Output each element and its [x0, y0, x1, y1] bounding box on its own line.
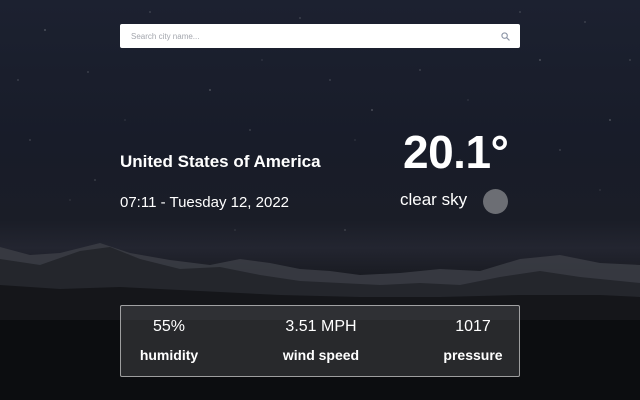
humidity-value: 55% — [152, 318, 186, 335]
search-input[interactable] — [131, 26, 500, 46]
pressure-label: pressure — [443, 347, 503, 363]
weather-condition: clear sky — [400, 190, 468, 209]
search-bar[interactable] — [120, 24, 520, 48]
date-time: 07:11 - Tuesday 12, 2022 — [120, 194, 290, 211]
city-name: United States of America — [120, 152, 321, 171]
weather-stats-panel: 55% humidity 3.51 MPH wind speed 1017 pr… — [120, 305, 520, 377]
humidity-stat: 55% humidity — [99, 306, 239, 378]
wind-speed-stat: 3.51 MPH wind speed — [251, 306, 391, 378]
temperature: 20.1° — [403, 126, 509, 178]
wind-speed-value: 3.51 MPH — [285, 318, 357, 335]
pressure-value: 1017 — [455, 318, 491, 335]
wind-speed-label: wind speed — [282, 347, 360, 363]
clear-sky-icon — [483, 189, 508, 214]
search-icon[interactable] — [500, 31, 510, 41]
pressure-stat: 1017 pressure — [403, 306, 543, 378]
humidity-label: humidity — [139, 347, 199, 363]
